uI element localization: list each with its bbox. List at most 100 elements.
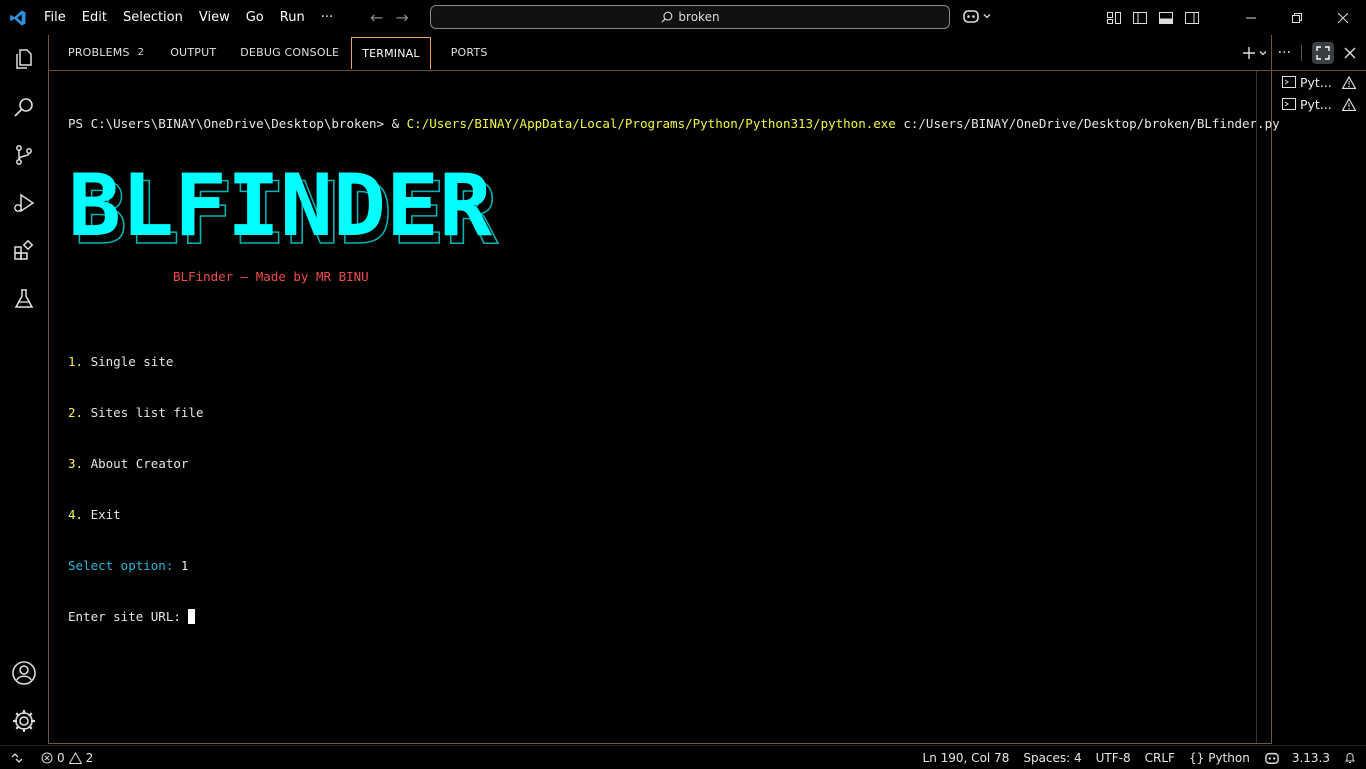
tab-label: PORTS: [450, 46, 488, 59]
python-version: 3.13.3: [1291, 750, 1330, 765]
toggle-primary-sidebar-icon[interactable]: [1132, 10, 1148, 26]
extensions-icon: [14, 239, 34, 260]
close-button[interactable]: [1320, 0, 1366, 35]
terminal-output[interactable]: PS C:\Users\BINAY\OneDrive\Desktop\broke…: [68, 81, 1280, 731]
credit-line: BLFinder — Made by MR BINU: [173, 269, 369, 284]
nav-arrows: ← →: [370, 0, 409, 35]
option-label: Sites list file: [83, 405, 204, 420]
restore-button[interactable]: [1274, 0, 1320, 35]
menu-go[interactable]: Go: [238, 0, 272, 35]
select-value: 1: [173, 558, 189, 573]
copilot-button[interactable]: [962, 8, 992, 24]
back-arrow-icon[interactable]: ←: [370, 8, 383, 27]
line-endings[interactable]: CRLF: [1138, 746, 1182, 769]
terminal-cursor: [188, 609, 196, 624]
url-prompt: Enter site URL:: [68, 609, 189, 624]
menu-run[interactable]: Run: [272, 0, 313, 35]
option-label: Single site: [83, 354, 174, 369]
python-interpreter[interactable]: 3.13.3: [1257, 746, 1337, 769]
remote-indicator[interactable]: [0, 746, 34, 769]
warning-count: 2: [85, 750, 94, 765]
maximize-panel-button[interactable]: [1312, 41, 1334, 64]
manage-button[interactable]: [0, 697, 48, 745]
problems-status[interactable]: 0 2: [34, 746, 100, 769]
language-mode[interactable]: {} Python: [1182, 746, 1257, 769]
terminal-scrollbar[interactable]: [1256, 71, 1271, 743]
tab-label: PROBLEMS: [68, 46, 130, 59]
beaker-icon: [14, 289, 34, 308]
terminal-instance-1[interactable]: Pyt...: [1272, 71, 1366, 93]
account-icon: [12, 661, 36, 685]
tab-ports[interactable]: PORTS: [441, 36, 498, 69]
new-terminal-button[interactable]: [1242, 46, 1268, 60]
title-bar: File Edit Selection View Go Run ··· ← → …: [0, 0, 1366, 35]
tab-problems[interactable]: PROBLEMS 2: [58, 36, 154, 69]
terminal-icon: [1282, 76, 1296, 88]
options-menu: 1. Single site 2. Sites list file 3. Abo…: [68, 319, 203, 659]
customize-layout-icon[interactable]: [1106, 10, 1122, 26]
minimize-icon: [1246, 17, 1256, 18]
remote-icon: [11, 752, 23, 763]
warning-icon: [1342, 75, 1356, 89]
copilot-icon: [1265, 752, 1279, 764]
close-panel-icon[interactable]: [1344, 47, 1356, 59]
run-debug-button[interactable]: [0, 179, 48, 227]
cursor-position[interactable]: Ln 190, Col 78: [916, 746, 1017, 769]
forward-arrow-icon[interactable]: →: [395, 8, 408, 27]
blfinder-banner: BLFINDER BLFINDER: [68, 156, 499, 247]
tab-debug-console[interactable]: DEBUG CONSOLE: [230, 36, 349, 69]
search-button[interactable]: [0, 83, 48, 131]
command-center-search[interactable]: broken: [430, 5, 950, 29]
option-number: 1.: [68, 354, 84, 369]
search-text: broken: [678, 10, 720, 24]
restore-icon: [1292, 12, 1302, 23]
testing-button[interactable]: [0, 275, 48, 323]
terminal-instance-label: Pyt...: [1300, 74, 1332, 90]
bell-icon: [1345, 753, 1355, 763]
menu-edit[interactable]: Edit: [74, 0, 115, 35]
copilot-icon: [963, 10, 979, 23]
tab-label: OUTPUT: [170, 46, 217, 59]
menu-view[interactable]: View: [191, 0, 238, 35]
prompt-text: PS C:\Users\BINAY\OneDrive\Desktop\broke…: [68, 116, 407, 131]
option-number: 2.: [68, 405, 84, 420]
indentation[interactable]: Spaces: 4: [1016, 746, 1088, 769]
banner-text: BLFINDER: [68, 156, 492, 247]
maximize-icon: [1316, 45, 1330, 60]
error-icon: [41, 752, 53, 763]
command-line: PS C:\Users\BINAY\OneDrive\Desktop\broke…: [68, 115, 1280, 132]
toggle-secondary-sidebar-icon[interactable]: [1184, 10, 1200, 26]
minimize-button[interactable]: [1228, 0, 1274, 35]
extensions-button[interactable]: [0, 227, 48, 275]
source-control-icon: [16, 145, 32, 165]
warning-icon: [68, 751, 82, 764]
menu-file[interactable]: File: [36, 0, 74, 35]
option-3: 3. About Creator: [68, 455, 203, 472]
chevron-down-icon: [983, 14, 991, 19]
terminal-instance-2[interactable]: Pyt...: [1272, 93, 1366, 115]
gear-icon: [13, 710, 35, 732]
more-actions-icon[interactable]: ···: [1278, 45, 1291, 61]
plus-icon: [1242, 46, 1255, 59]
panel-tabs: PROBLEMS 2 OUTPUT DEBUG CONSOLE TERMINAL…: [48, 35, 1366, 71]
terminal-instance-label: Pyt...: [1300, 96, 1332, 112]
accounts-button[interactable]: [0, 649, 48, 697]
source-control-button[interactable]: [0, 131, 48, 179]
close-icon: [1338, 12, 1348, 23]
tab-output[interactable]: OUTPUT: [160, 36, 226, 69]
exe-path: C:/Users/BINAY/AppData/Local/Programs/Py…: [406, 116, 896, 131]
option-number: 4.: [68, 507, 84, 522]
toggle-panel-icon[interactable]: [1158, 10, 1174, 26]
option-1: 1. Single site: [68, 353, 203, 370]
error-count: 0: [57, 750, 65, 765]
explorer-button[interactable]: [0, 35, 48, 83]
select-option-line: Select option: 1: [68, 557, 203, 574]
tab-terminal[interactable]: TERMINAL: [351, 36, 431, 69]
problems-badge: 2: [137, 47, 145, 58]
notifications-button[interactable]: [1337, 746, 1366, 769]
warning-icon: [1342, 97, 1356, 111]
encoding[interactable]: UTF-8: [1089, 746, 1138, 769]
menu-selection[interactable]: Selection: [115, 0, 191, 35]
terminal-panel: PROBLEMS 2 OUTPUT DEBUG CONSOLE TERMINAL…: [48, 35, 1366, 745]
menu-more[interactable]: ···: [313, 0, 341, 35]
